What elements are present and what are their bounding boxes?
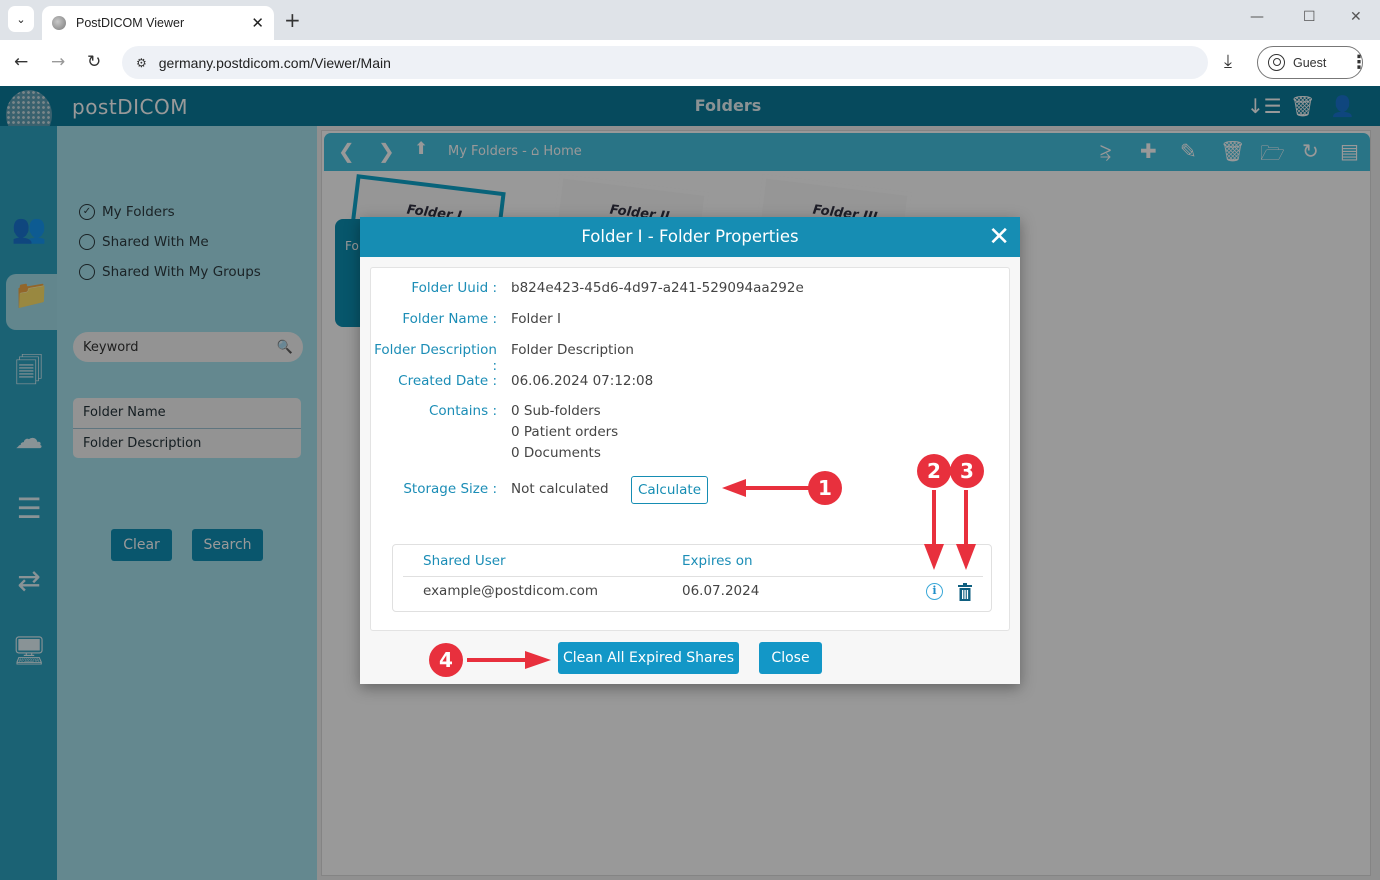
folder-properties-dialog: Folder I - Folder Properties ✕ Folder Uu… [360,217,1020,684]
reload-icon[interactable]: ↻ [87,52,101,72]
dialog-body: Folder Uuid : b824e423-45d6-4d97-a241-52… [370,267,1010,631]
minimize-icon[interactable]: — [1250,9,1264,25]
url-text: germany.postdicom.com/Viewer/Main [158,54,391,71]
contains-patient-orders: 0 Patient orders [511,424,619,440]
browser-tab[interactable]: PostDICOM Viewer ✕ [42,6,274,40]
prop-uuid: Folder Uuid : b824e423-45d6-4d97-a241-52… [371,280,804,296]
new-tab-button[interactable]: + [284,8,301,32]
favicon-icon [52,16,66,30]
browser-menu-icon[interactable]: ⋮ [1350,52,1368,73]
expires-date: 06.07.2024 [682,583,760,599]
prop-created: Created Date : 06.06.2024 07:12:08 [371,373,653,389]
close-window-icon[interactable]: ✕ [1350,9,1362,25]
annotation-marker: 4 [429,643,463,677]
prop-name: Folder Name : Folder I [371,311,561,327]
close-icon[interactable]: ✕ [988,217,1010,257]
shared-user-email: example@postdicom.com [423,583,599,599]
prop-value: 06.06.2024 07:12:08 [511,373,654,389]
profile-button[interactable]: Guest [1257,46,1363,79]
close-button[interactable]: Close [759,642,822,674]
annotation-arrow-2 [924,490,944,570]
prop-contains: Contains : 0 Sub-folders 0 Patient order… [371,401,618,464]
shares-table: Shared User Expires on example@postdicom… [392,544,992,612]
prop-value: Folder I [511,311,561,327]
address-bar: ← → ↻ ⚙ germany.postdicom.com/Viewer/Mai… [0,40,1380,86]
prop-label: Folder Name : [402,311,497,327]
tab-title: PostDICOM Viewer [76,16,185,30]
annotation-arrow-4 [467,651,551,669]
share-info-icon[interactable]: i [926,583,943,600]
prop-value: Folder Description [511,342,634,358]
annotation-marker: 1 [808,471,842,505]
annotation-marker: 3 [950,454,984,488]
prop-label: Contains : [429,403,497,419]
dialog-header: Folder I - Folder Properties ✕ [360,217,1020,257]
annotation-marker: 2 [917,454,951,488]
calculate-button[interactable]: Calculate [631,476,708,504]
prop-value: b824e423-45d6-4d97-a241-529094aa292e [511,280,804,296]
maximize-icon[interactable]: ☐ [1303,9,1316,25]
col-expires-on: Expires on [682,553,753,569]
clean-expired-shares-button[interactable]: Clean All Expired Shares [558,642,739,674]
back-icon[interactable]: ← [14,52,28,72]
profile-label: Guest [1293,55,1327,70]
prop-label: Storage Size : [403,481,497,497]
browser-tabbar: ⌄ PostDICOM Viewer ✕ + — ☐ ✕ [0,0,1380,40]
prop-label: Folder Uuid : [411,280,497,296]
contains-subfolders: 0 Sub-folders [511,403,601,419]
table-header: Shared User Expires on [403,553,983,577]
close-tab-icon[interactable]: ✕ [251,14,264,32]
url-input[interactable]: ⚙ germany.postdicom.com/Viewer/Main [122,46,1208,79]
annotation-arrow-3 [956,490,976,570]
prop-label: Created Date : [398,373,497,389]
prop-value: Not calculated [511,481,609,497]
dialog-title: Folder I - Folder Properties [581,227,799,246]
profile-icon [1268,54,1285,71]
download-icon[interactable]: ⤓ [1224,51,1232,72]
annotation-arrow-1 [722,479,810,497]
forward-icon[interactable]: → [51,52,65,72]
col-shared-user: Shared User [423,553,506,569]
prop-value: 0 Sub-folders 0 Patient orders 0 Documen… [511,401,618,464]
delete-share-icon[interactable] [958,583,972,601]
prop-storage: Storage Size : Not calculated [371,481,609,497]
site-settings-icon[interactable]: ⚙ [136,56,147,70]
prop-description: Folder Description : Folder Description [371,342,634,374]
prop-label: Folder Description : [374,342,497,374]
tab-search-button[interactable]: ⌄ [8,6,34,32]
contains-documents: 0 Documents [511,445,601,461]
